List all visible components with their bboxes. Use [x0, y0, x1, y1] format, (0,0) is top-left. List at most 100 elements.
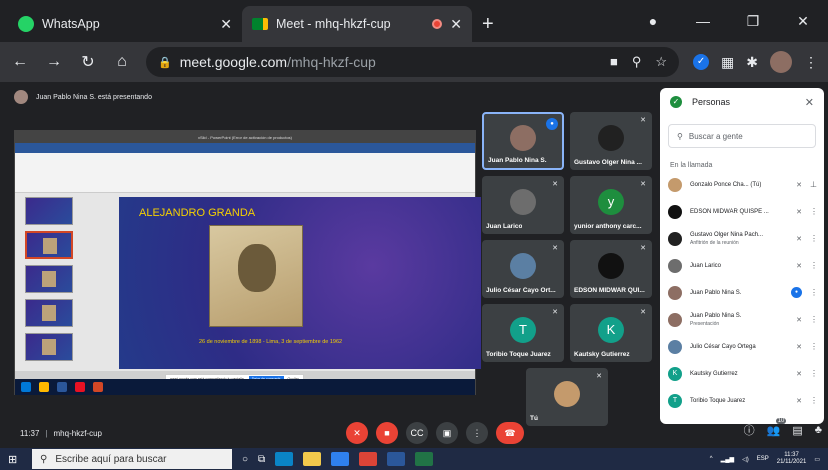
more-options-icon[interactable]: ⋮ — [810, 396, 818, 405]
more-options-icon[interactable]: ⋮ — [810, 288, 818, 297]
more-options-icon[interactable]: ⋮ — [810, 261, 818, 270]
bookmark-star-icon[interactable]: ☆ — [655, 54, 667, 70]
volume-icon[interactable]: ◁) — [742, 456, 749, 463]
extensions-puzzle-icon[interactable]: ✱ — [746, 54, 758, 71]
profile-dropdown-icon[interactable]: ● — [628, 13, 678, 29]
tray-chevron-icon[interactable]: ^ — [710, 456, 713, 462]
shield-check-icon: ✓ — [670, 96, 682, 108]
network-icon[interactable]: ▂▄▆ — [721, 456, 734, 463]
participant-name: Gustavo Olger Nina ... — [574, 159, 642, 166]
more-options-icon[interactable]: ⋮ — [810, 342, 818, 351]
camera-toggle-button[interactable]: ■ — [376, 422, 398, 444]
more-options-icon[interactable]: ⋮ — [810, 369, 818, 378]
participant-tile[interactable]: K ✕ Kautsky Gutierrez — [570, 304, 652, 362]
person-row[interactable]: Gonzalo Ponce Cha... (Tú) ✕ ⊥ — [660, 171, 824, 198]
store-app-icon[interactable] — [331, 452, 350, 466]
zoom-icon[interactable]: ⚲ — [632, 54, 642, 70]
participant-tile[interactable]: ✕ Juan Larico — [482, 176, 564, 234]
close-icon[interactable]: ✕ — [805, 96, 814, 109]
extension-grid-icon[interactable]: ▦ — [721, 54, 734, 71]
speaking-indicator-icon: ● — [791, 287, 802, 298]
mic-toggle-button[interactable]: ✕ — [346, 422, 368, 444]
maximize-button[interactable]: ❐ — [728, 13, 778, 30]
language-indicator[interactable]: ESP — [757, 456, 769, 462]
close-tab-icon[interactable]: ✕ — [450, 16, 462, 33]
more-options-button[interactable]: ⋮ — [466, 422, 488, 444]
person-avatar — [668, 312, 682, 327]
person-row[interactable]: Julio César Cayo Ortega ✕ ⋮ — [660, 333, 824, 360]
tab-whatsapp[interactable]: WhatsApp ✕ — [8, 6, 242, 42]
task-view-icon[interactable]: ⧉ — [258, 454, 265, 465]
person-name: Juan Pablo Nina S. — [690, 289, 742, 296]
participant-tile[interactable]: ✕ Julio César Cayo Ort... — [482, 240, 564, 298]
person-row[interactable]: Juan Larico ✕ ⋮ — [660, 252, 824, 279]
chat-icon[interactable]: ▤ — [792, 424, 802, 437]
tab-meet[interactable]: Meet - mhq-hkzf-cup ✕ — [242, 6, 472, 42]
leave-call-button[interactable]: ☎ — [496, 422, 524, 444]
close-window-button[interactable]: ✕ — [778, 13, 828, 30]
person-avatar — [668, 339, 682, 354]
participant-count: 10 — [775, 417, 787, 424]
person-row[interactable]: K Kautsky Gutierrez ✕ ⋮ — [660, 360, 824, 387]
slide-thumbnail — [25, 197, 73, 225]
home-icon[interactable]: ⌂ — [112, 53, 132, 71]
extension-check-icon[interactable]: ✓ — [693, 54, 710, 70]
mic-off-icon: ✕ — [796, 316, 802, 324]
captions-button[interactable]: CC — [406, 422, 428, 444]
windows-search-input[interactable]: ⚲ Escribe aquí para buscar — [32, 449, 232, 469]
participant-avatar — [510, 188, 536, 215]
windows-search-placeholder: Escribe aquí para buscar — [55, 453, 167, 465]
participant-avatar — [598, 252, 624, 279]
word-app-icon[interactable] — [387, 452, 406, 466]
minimize-button[interactable]: — — [678, 13, 728, 29]
person-avatar — [668, 177, 682, 192]
person-row[interactable]: EDSON MIDWAR QUISPE ... ✕ ⋮ — [660, 198, 824, 225]
cortana-icon[interactable]: ○ — [242, 454, 248, 465]
system-clock[interactable]: 11:37 21/11/2021 — [777, 452, 807, 466]
mic-off-icon: ✕ — [796, 208, 802, 216]
meeting-time: 11:37 — [20, 428, 40, 438]
participant-tile[interactable]: T ✕ Toribio Toque Juarez — [482, 304, 564, 362]
camera-icon[interactable]: ■ — [610, 54, 618, 70]
chrome-app-icon[interactable] — [359, 452, 378, 466]
back-icon[interactable]: ← — [10, 53, 30, 71]
participant-tile[interactable]: y ✕ yunior anthony carc... — [570, 176, 652, 234]
notifications-icon[interactable]: ▭ — [814, 456, 820, 463]
activities-icon[interactable]: ♣ — [815, 424, 822, 436]
presenting-text: Juan Pablo Nina S. está presentando — [36, 93, 152, 101]
new-tab-button[interactable]: + — [482, 6, 494, 42]
forward-icon[interactable]: → — [44, 53, 64, 71]
address-bar[interactable]: 🔒 meet.google.com/mhq-hkzf-cup ■ ⚲ ☆ — [146, 47, 680, 77]
participant-tile[interactable]: ✕ EDSON MIDWAR QUI... — [570, 240, 652, 298]
person-row[interactable]: Juan Pablo Nina S. Presentación ✕ ⋮ — [660, 306, 824, 333]
menu-kebab-icon[interactable]: ⋮ — [804, 54, 818, 71]
windows-start-icon[interactable]: ⊞ — [8, 453, 22, 466]
more-options-icon[interactable]: ⋮ — [810, 315, 818, 324]
present-button[interactable]: ▣ — [436, 422, 458, 444]
excel-app-icon[interactable] — [415, 452, 434, 466]
pin-icon[interactable]: ⊥ — [810, 180, 817, 189]
participant-tile[interactable]: ● Juan Pablo Nina S. — [482, 112, 564, 170]
person-row[interactable]: Juan Pablo Nina S. ● ⋮ — [660, 279, 824, 306]
profile-avatar[interactable] — [770, 51, 792, 73]
person-row[interactable]: Gustavo Olger Nina Pach... Anfitrión de l… — [660, 225, 824, 252]
close-tab-icon[interactable]: ✕ — [220, 16, 232, 33]
url-domain: meet.google.com — [179, 54, 288, 70]
person-name: EDSON MIDWAR QUISPE ... — [690, 208, 769, 215]
reload-icon[interactable]: ↻ — [78, 52, 98, 72]
more-options-icon[interactable]: ⋮ — [810, 234, 818, 243]
slide-thumbnail — [25, 231, 73, 259]
mic-off-icon: ✕ — [552, 245, 558, 252]
participant-tile[interactable]: ✕ Gustavo Olger Nina ... — [570, 112, 652, 170]
person-row[interactable]: T Toribio Toque Juarez ✕ ⋮ — [660, 387, 824, 414]
people-button[interactable]: 👥 10 — [767, 417, 787, 437]
participant-avatar: K — [598, 316, 624, 343]
more-options-icon[interactable]: ⋮ — [810, 207, 818, 216]
mic-off-icon: ✕ — [796, 397, 802, 405]
people-search-input[interactable]: ⚲ Buscar a gente — [668, 124, 816, 148]
edge-app-icon[interactable] — [275, 452, 294, 466]
person-avatar — [668, 285, 682, 300]
file-explorer-icon[interactable] — [303, 452, 322, 466]
participant-name: Toribio Toque Juarez — [486, 351, 551, 358]
info-icon[interactable]: ⓘ — [744, 422, 755, 438]
